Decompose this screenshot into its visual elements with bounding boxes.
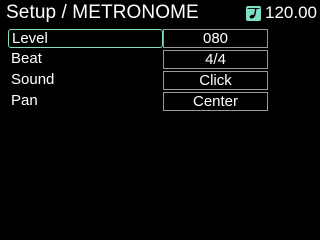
param-label-pan[interactable]: Pan xyxy=(8,92,163,111)
param-row-sound[interactable]: Sound Click xyxy=(8,71,268,90)
param-label-sound[interactable]: Sound xyxy=(8,71,163,90)
param-value-beat[interactable]: 4/4 xyxy=(163,50,268,69)
param-value-sound[interactable]: Click xyxy=(163,71,268,90)
param-row-level[interactable]: Level 080 xyxy=(8,29,268,48)
page-title: Setup / METRONOME xyxy=(6,2,199,23)
param-row-pan[interactable]: Pan Center xyxy=(8,92,268,111)
tempo-value: 120.00 xyxy=(265,3,317,22)
param-value-level[interactable]: 080 xyxy=(163,29,268,48)
param-row-beat[interactable]: Beat 4/4 xyxy=(8,50,268,69)
quarter-note-icon xyxy=(246,5,261,21)
param-value-pan[interactable]: Center xyxy=(163,92,268,111)
param-label-beat[interactable]: Beat xyxy=(8,50,163,69)
tempo-display: 120.00 xyxy=(246,2,317,24)
param-label-level[interactable]: Level xyxy=(8,29,163,48)
